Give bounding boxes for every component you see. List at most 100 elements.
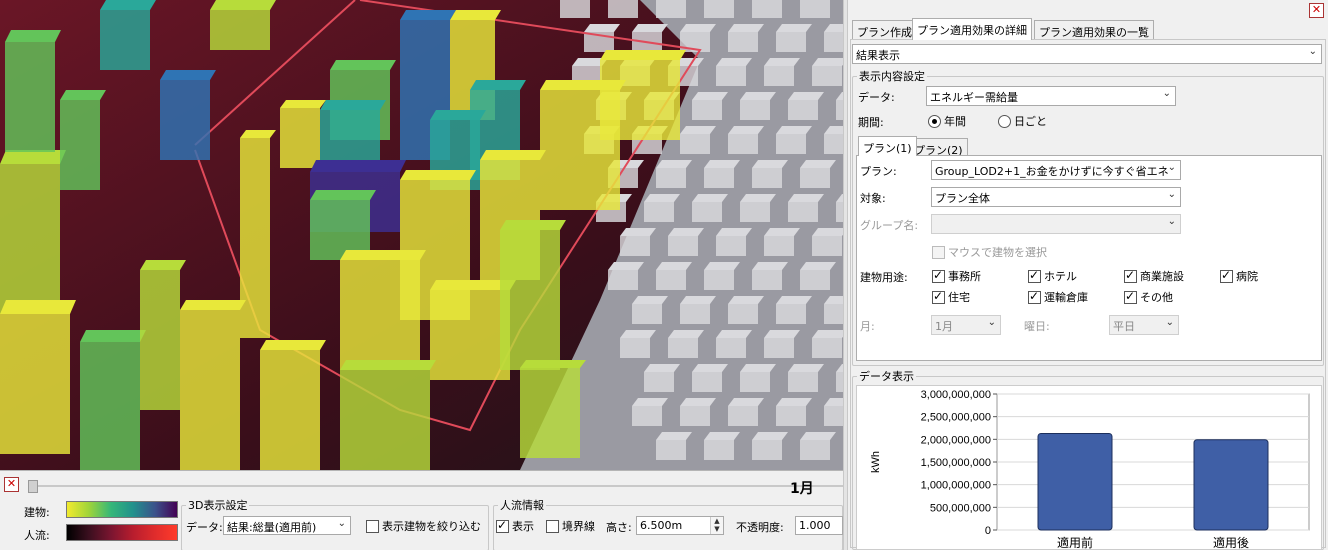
tab-plan-1[interactable]: プラン(1) [858,136,917,156]
flow-boundary-checkbox[interactable]: 境界線 [546,518,595,534]
group-name-select[interactable]: ⌄ [931,214,1181,234]
weekday-value: 平日 [1113,320,1135,333]
result-mode-value: 結果表示 [856,49,900,62]
flow-opacity-input[interactable]: 1.000 [795,516,843,535]
y-tick-label: 2,500,000,000 [921,412,991,424]
chevron-down-icon: ⌄ [337,518,346,529]
y-tick-label: 1,000,000,000 [921,480,991,492]
plan-select[interactable]: Group_LOD2+1_お金をかけずに今すぐ省エネ ⌄ [931,160,1181,180]
people-flow-group-title: 人流情報 [500,499,544,512]
flow-height-label: 高さ: [606,521,632,534]
building-block[interactable] [520,360,586,458]
usage-checkbox[interactable]: その他 [1124,289,1173,305]
current-month-label: 1月 [790,481,814,497]
building-block[interactable] [180,300,246,470]
month-select[interactable]: 1月 ⌄ [931,315,1001,335]
building-block[interactable] [812,228,843,256]
display-data-select[interactable]: 結果:総量(適用前) ⌄ [223,516,351,535]
y-tick-label: 0 [985,525,991,537]
cs-data-select[interactable]: エネルギー需給量 ⌄ [926,86,1176,106]
cs-data-label: データ: [858,91,895,104]
building-block[interactable] [280,100,326,168]
building-block[interactable] [340,360,436,470]
building-block[interactable] [320,100,386,170]
close-icon[interactable]: ✕ [4,477,19,492]
period-daily-label: 日ごと [1014,115,1047,128]
building-block[interactable] [0,150,66,314]
usage-checkbox[interactable]: 住宅 [932,289,970,305]
tab-plan-effect-list[interactable]: プラン適用効果の一覧 [1034,20,1154,40]
chart-area: 3,000,000,000 2,500,000,000 2,000,000,000 1… [856,385,1322,550]
chevron-down-icon: ⌄ [1308,46,1317,57]
building-block[interactable] [80,330,146,470]
weekday-select[interactable]: 平日 ⌄ [1109,315,1179,335]
checkbox-icon [546,519,559,533]
spin-arrows-icon[interactable]: ▲ ▼ [710,517,723,534]
building-block[interactable] [100,0,156,70]
usage-checkbox-label: 病院 [1236,270,1258,283]
tab-plan-create[interactable]: プラン作成 [852,20,917,40]
building-block[interactable] [5,30,61,152]
usage-checkbox[interactable]: 運輸倉庫 [1028,289,1088,305]
bar [1037,432,1113,531]
checkbox-icon [932,289,945,304]
plan-settings-panel [856,155,1322,361]
chevron-down-icon: ⌄ [1167,162,1176,173]
checkbox-icon [366,519,379,533]
close-icon[interactable]: ✕ [1309,3,1324,18]
checkbox-icon [1028,268,1041,283]
usage-label: 建物用途: [860,271,908,284]
mouse-select-checkbox[interactable]: マウスで建物を選択 [932,244,1047,260]
target-select[interactable]: プラン全体 ⌄ [931,187,1181,207]
period-daily-radio[interactable]: 日ごと [998,113,1047,129]
building-block[interactable] [0,300,76,454]
month-label: 月: [860,320,875,333]
building-block[interactable] [310,190,376,260]
display-data-value: 結果:総量(適用前) [227,521,317,534]
building-block[interactable] [210,0,276,50]
month-value: 1月 [935,320,953,333]
period-annual-radio[interactable]: 年間 [928,113,966,129]
building-block[interactable] [340,250,426,370]
timeline-thumb[interactable] [28,480,38,493]
checkbox-icon [1028,289,1041,304]
y-tick-label: 2,000,000,000 [921,434,991,446]
checkbox-icon [496,518,509,533]
usage-checkbox[interactable]: 病院 [1220,268,1258,284]
checkbox-icon [1124,289,1137,304]
building-block[interactable] [260,340,326,470]
chevron-down-icon: ⌄ [1162,88,1171,99]
usage-checkbox[interactable]: ホテル [1028,268,1077,284]
building-block[interactable] [600,50,686,140]
display-data-label: データ: [186,521,223,534]
flow-height-value: 6.500m [640,519,683,532]
x-tick-label: 適用後 [1213,535,1249,549]
result-mode-select[interactable]: 結果表示 ⌄ [852,44,1322,64]
x-tick-label: 適用前 [1057,535,1093,549]
building-block[interactable] [160,70,216,160]
month-timeline-slider[interactable] [24,479,844,493]
chevron-down-icon: ⌄ [1167,216,1176,227]
radio-icon [998,114,1011,128]
building-block[interactable] [500,220,566,370]
data-display-title: データ表示 [859,370,914,383]
target-value: プラン全体 [935,192,990,205]
city-3d-scene[interactable] [0,0,843,470]
usage-checkbox-label: その他 [1140,291,1173,304]
bar [1193,439,1269,531]
usage-checkbox[interactable]: 事務所 [932,268,981,284]
flow-height-input[interactable]: 6.500m ▲ ▼ [636,516,724,535]
usage-checkbox[interactable]: 商業施設 [1124,268,1184,284]
tab-plan-2[interactable]: プラン(2) [909,138,968,157]
flow-show-checkbox[interactable]: 表示 [496,518,534,534]
radio-icon [928,114,941,128]
cs-data-value: エネルギー需給量 [930,91,1018,104]
period-label: 期間: [858,116,884,129]
building-block[interactable] [140,260,186,410]
map-3d-viewport[interactable] [0,0,843,470]
building-block[interactable] [60,90,106,190]
tab-plan-effect-detail[interactable]: プラン適用効果の詳細 [912,18,1032,40]
building-block[interactable] [812,58,843,86]
filter-buildings-checkbox[interactable]: 表示建物を絞り込む [366,518,481,534]
building-block[interactable] [812,330,843,358]
